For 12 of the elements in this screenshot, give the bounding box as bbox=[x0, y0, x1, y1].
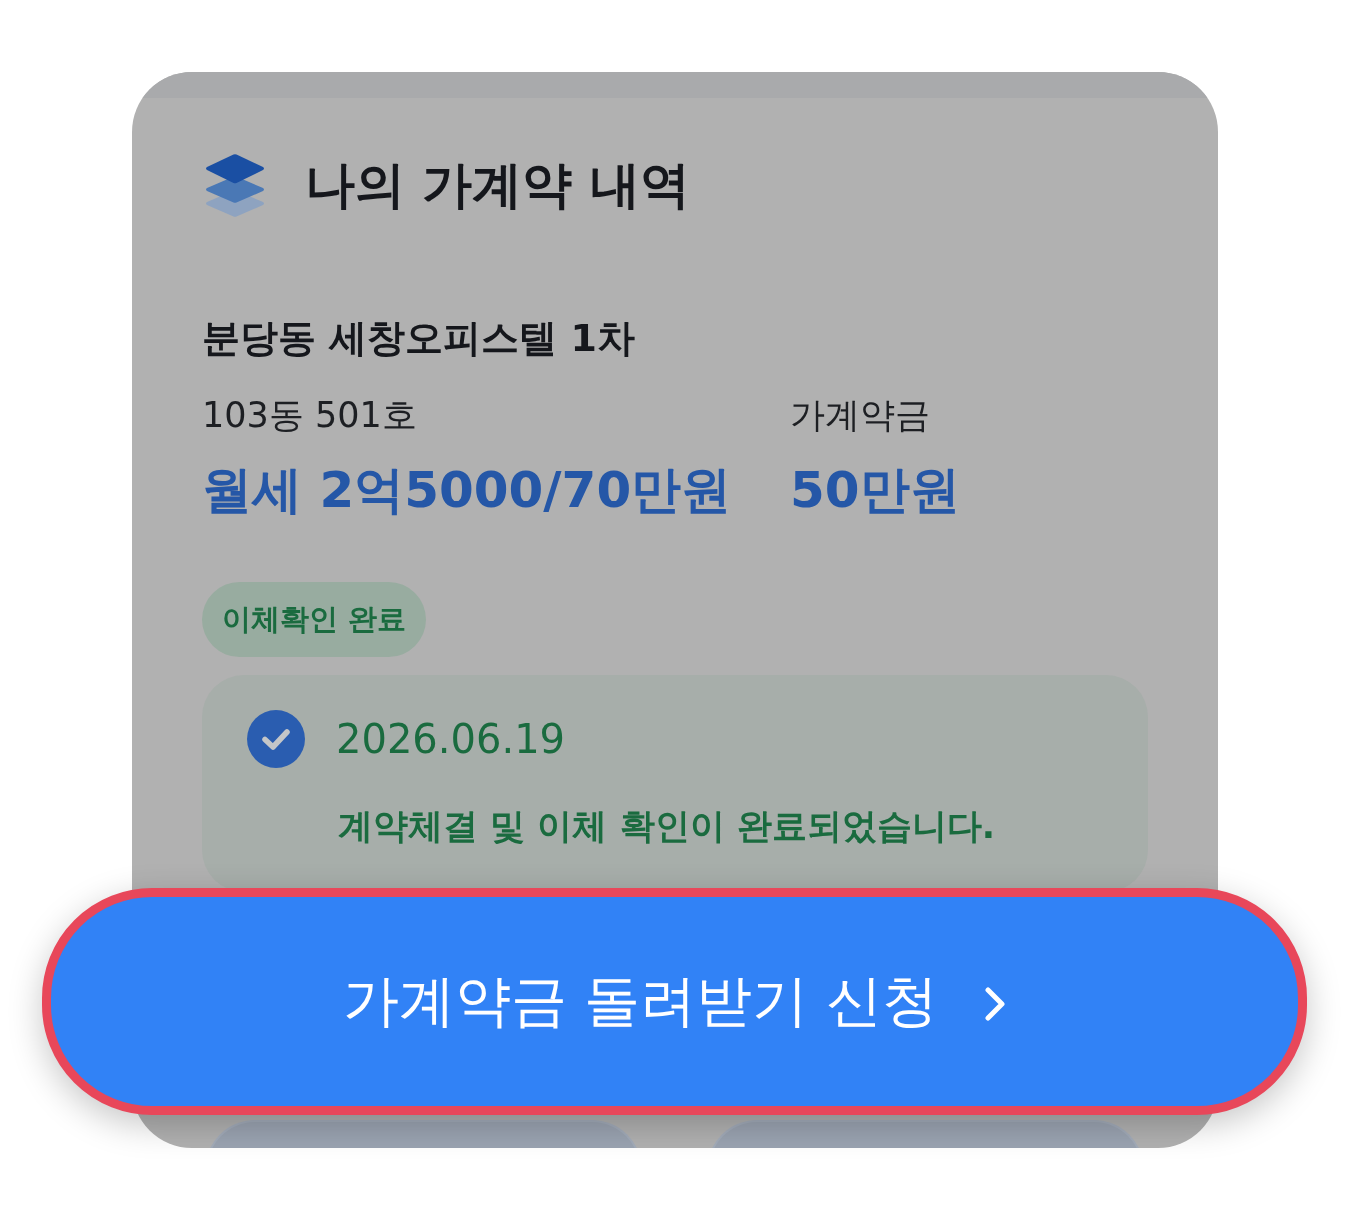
rent-terms: 월세 2억5000/70만원 bbox=[202, 460, 732, 521]
refund-request-button[interactable]: 가계약금 돌려받기 신청 bbox=[42, 888, 1307, 1115]
layers-icon bbox=[205, 153, 265, 217]
property-name: 분당동 세창오피스텔 1차 bbox=[202, 315, 635, 362]
section-title: 나의 가계약 내역 bbox=[305, 155, 690, 216]
status-message: 계약체결 및 이체 확인이 완료되었습니다. bbox=[338, 805, 996, 848]
chevron-right-icon bbox=[984, 985, 1007, 1022]
unit-label: 103동 501호 bbox=[202, 394, 417, 437]
deposit-amount: 50만원 bbox=[790, 460, 960, 521]
status-date: 2026.06.19 bbox=[336, 715, 566, 764]
status-badge: 이체확인 완료 bbox=[202, 582, 427, 657]
deposit-label: 가계약금 bbox=[790, 394, 930, 437]
